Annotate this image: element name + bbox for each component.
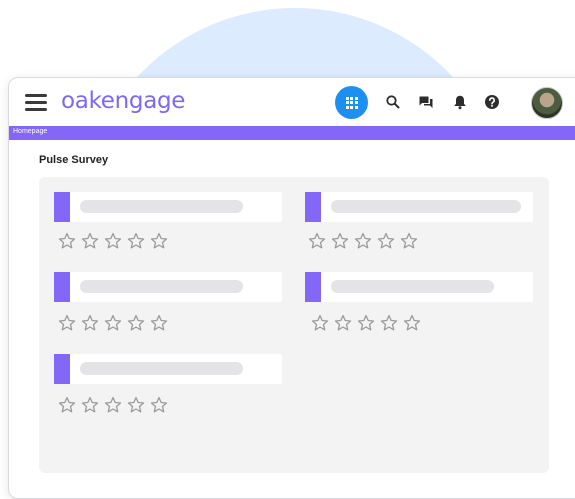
star-icon[interactable] — [58, 314, 76, 332]
section-title: Pulse Survey — [39, 154, 109, 166]
star-icon[interactable] — [81, 396, 99, 414]
survey-question — [54, 272, 282, 302]
apps-icon — [345, 96, 358, 109]
user-avatar[interactable] — [531, 87, 563, 119]
question-accent — [54, 354, 70, 384]
star-icon[interactable] — [104, 232, 122, 250]
question-accent — [54, 192, 70, 222]
bell-icon[interactable] — [452, 94, 468, 110]
question-placeholder — [80, 362, 243, 375]
star-icon[interactable] — [400, 232, 418, 250]
star-icon[interactable] — [308, 232, 326, 250]
star-rating[interactable] — [58, 232, 168, 250]
star-icon[interactable] — [334, 314, 352, 332]
top-bar: oakengage — [9, 78, 575, 125]
star-icon[interactable] — [150, 396, 168, 414]
survey-panel — [39, 177, 549, 473]
star-rating[interactable] — [311, 314, 421, 332]
breadcrumb-bar: Homepage — [9, 126, 575, 140]
star-icon[interactable] — [104, 396, 122, 414]
breadcrumb[interactable]: Homepage — [13, 128, 47, 135]
question-placeholder — [80, 200, 243, 213]
star-icon[interactable] — [81, 232, 99, 250]
app-logo[interactable]: oakengage — [61, 88, 185, 114]
menu-icon[interactable] — [25, 94, 47, 111]
survey-question — [305, 192, 533, 222]
survey-question — [54, 192, 282, 222]
search-icon[interactable] — [385, 94, 401, 110]
star-icon[interactable] — [331, 232, 349, 250]
app-window: oakengage Homepage Pulse Survey — [8, 77, 575, 499]
star-icon[interactable] — [357, 314, 375, 332]
star-icon[interactable] — [380, 314, 398, 332]
apps-button[interactable] — [335, 86, 368, 119]
star-icon[interactable] — [104, 314, 122, 332]
question-accent — [54, 272, 70, 302]
chat-icon[interactable] — [418, 94, 434, 110]
star-rating[interactable] — [308, 232, 418, 250]
question-placeholder — [80, 280, 243, 293]
star-rating[interactable] — [58, 314, 168, 332]
star-rating[interactable] — [58, 396, 168, 414]
star-icon[interactable] — [127, 314, 145, 332]
star-icon[interactable] — [150, 232, 168, 250]
star-icon[interactable] — [377, 232, 395, 250]
question-placeholder — [331, 200, 521, 213]
star-icon[interactable] — [127, 396, 145, 414]
star-icon[interactable] — [58, 396, 76, 414]
help-icon[interactable] — [484, 94, 500, 110]
star-icon[interactable] — [354, 232, 372, 250]
question-accent — [305, 192, 321, 222]
star-icon[interactable] — [150, 314, 168, 332]
question-placeholder — [331, 280, 494, 293]
star-icon[interactable] — [58, 232, 76, 250]
question-accent — [305, 272, 321, 302]
star-icon[interactable] — [81, 314, 99, 332]
star-icon[interactable] — [403, 314, 421, 332]
star-icon[interactable] — [127, 232, 145, 250]
star-icon[interactable] — [311, 314, 329, 332]
survey-question — [305, 272, 533, 302]
survey-question — [54, 354, 282, 384]
